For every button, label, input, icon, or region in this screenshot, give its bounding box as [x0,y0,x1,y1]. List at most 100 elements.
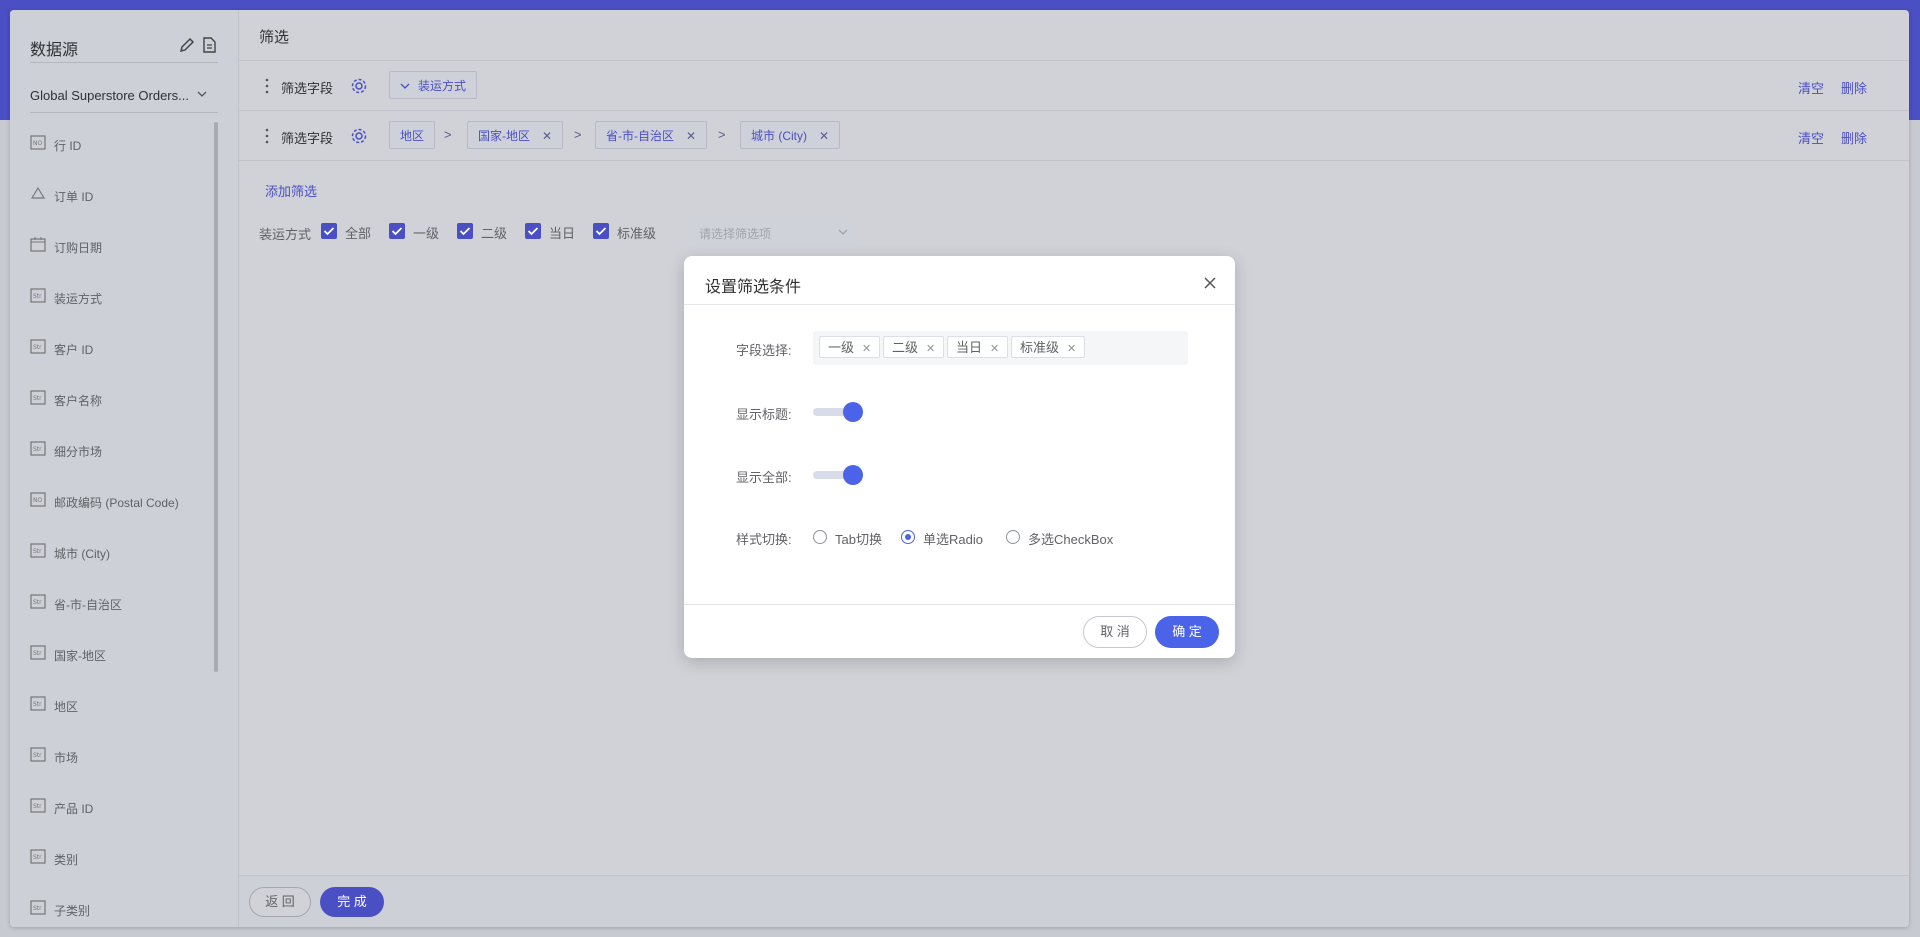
checkbox-label: 二级 [481,226,508,241]
sidebar-header: 数据源 [30,26,218,63]
footer-bar: 返 回 完 成 [239,875,1909,927]
field-item[interactable]: Str 装运方式 [30,278,220,329]
filter-settings-dialog: 设置筛选条件 字段选择: 一级 ✕ 二级 ✕ 当日 ✕ 标准级 ✕ 显示标题: 显示全部… [684,256,1235,658]
svg-text:Str: Str [33,701,42,708]
sidebar-title: 数据源 [30,42,79,59]
field-item[interactable]: Str 国家-地区 [30,635,220,686]
chevron-down-icon [400,83,410,89]
field-label: 订购日期 [54,241,103,255]
close-icon[interactable]: ✕ [926,343,935,355]
close-icon[interactable]: ✕ [990,343,999,355]
document-icon[interactable] [200,36,218,54]
filter-chip[interactable]: 装运方式 [389,71,478,99]
close-icon[interactable] [1203,276,1217,290]
style-radio-group: Tab切换 单选Radio 多选CheckBox [813,528,1193,548]
field-item[interactable]: Str 地区 [30,686,220,737]
field-item[interactable]: Str 类别 [30,839,220,890]
string-type-icon: Str [30,798,46,813]
field-item[interactable]: NO 邮政编码 (Postal Code) [30,482,220,533]
confirm-button[interactable]: 确 定 [1155,616,1219,648]
divider [239,110,1909,111]
checkbox-label: 当日 [549,226,576,241]
field-item[interactable]: Str 客户 ID [30,329,220,380]
field-item[interactable]: Str 客户名称 [30,380,220,431]
close-icon[interactable]: ✕ [1067,343,1076,355]
back-button[interactable]: 返 回 [249,887,311,917]
filter-chip[interactable]: 省-市-自治区 ✕ [595,121,708,149]
field-item[interactable]: 订单 ID [30,176,220,227]
field-item[interactable]: Str 市场 [30,737,220,788]
field-item[interactable]: NO 行 ID [30,125,220,176]
gear-icon[interactable] [350,127,368,145]
field-label: 行 ID [54,139,82,153]
clear-button[interactable]: 清空 [1798,78,1824,97]
string-type-icon: Str [30,441,46,456]
field-item[interactable]: Str 省-市-自治区 [30,584,220,635]
add-filter-link[interactable]: 添加筛选 [265,181,317,200]
field-item[interactable]: Str 产品 ID [30,788,220,839]
field-label: 邮政编码 (Postal Code) [54,496,179,510]
chevron-right-icon: > [718,127,726,142]
close-icon[interactable]: ✕ [819,129,829,143]
field-select-input[interactable]: 一级 ✕ 二级 ✕ 当日 ✕ 标准级 ✕ [813,331,1188,365]
chip-label: 装运方式 [418,79,467,93]
drag-handle-icon[interactable] [265,78,269,94]
datasource-select[interactable]: Global Superstore Orders... [30,72,218,113]
switch-knob [843,465,863,485]
drag-handle-icon[interactable] [265,128,269,144]
radio-label: 单选Radio [923,532,983,547]
filter-option-select[interactable]: 请选择筛选项 [689,217,859,247]
field-label: 客户 ID [54,343,94,357]
string-type-icon: Str [30,645,46,660]
number-type-icon: NO [30,135,46,150]
filter-chip[interactable]: 地区 [389,121,436,149]
chip-label: 地区 [400,129,425,143]
svg-text:NO: NO [33,140,42,147]
clear-button[interactable]: 清空 [1798,128,1824,147]
check-icon [389,223,405,239]
string-type-icon: Str [30,849,46,864]
close-icon[interactable]: ✕ [862,343,871,355]
close-icon[interactable]: ✕ [686,129,696,143]
svg-text:Str: Str [33,293,42,300]
string-type-icon: Str [30,339,46,354]
filter-row: 筛选字段 装运方式 清空 删除 [259,71,1899,101]
close-icon[interactable]: ✕ [542,129,552,143]
field-item[interactable]: Str 子类别 [30,890,220,927]
filter-chip[interactable]: 城市 (City) ✕ [740,121,841,149]
radio-circle [901,530,915,544]
selected-tag: 标准级 ✕ [1011,336,1086,358]
sidebar: 数据源 Global Superstore Orders... NO 行 ID [10,10,239,927]
cancel-button[interactable]: 取 消 [1083,616,1147,648]
tag-label: 当日 [956,340,983,355]
svg-text:Str: Str [33,752,42,759]
checkbox-label: 全部 [345,226,372,241]
filter-chip[interactable]: 国家-地区 ✕ [467,121,564,149]
field-label: 地区 [54,700,79,714]
svg-text:Str: Str [33,395,42,402]
show-all-switch[interactable] [813,465,865,485]
done-button[interactable]: 完 成 [320,887,384,917]
radio-circle [1006,530,1020,544]
switch-knob [843,402,863,422]
sidebar-scrollbar[interactable] [214,122,218,672]
chevron-right-icon: > [444,127,452,142]
select-placeholder: 请选择筛选项 [699,227,772,241]
selected-tag: 一级 ✕ [819,336,881,358]
field-label: 市场 [54,751,79,765]
filter-row: 筛选字段 地区 > 国家-地区 ✕ > 省-市-自治区 ✕ > 城市 (City) ✕… [259,121,1899,151]
style-switch-label: 样式切换: [736,532,792,547]
delete-button[interactable]: 删除 [1841,128,1867,147]
chevron-right-icon: > [574,127,582,142]
pencil-icon[interactable] [178,36,196,54]
chip-label: 省-市-自治区 [606,129,674,143]
divider [239,160,1909,161]
gear-icon[interactable] [350,77,368,95]
chip-label: 城市 (City) [751,129,807,143]
delete-button[interactable]: 删除 [1841,78,1867,97]
show-all-label: 显示全部: [736,470,792,485]
show-title-switch[interactable] [813,402,865,422]
field-item[interactable]: 订购日期 [30,227,220,278]
field-item[interactable]: Str 细分市场 [30,431,220,482]
field-item[interactable]: Str 城市 (City) [30,533,220,584]
